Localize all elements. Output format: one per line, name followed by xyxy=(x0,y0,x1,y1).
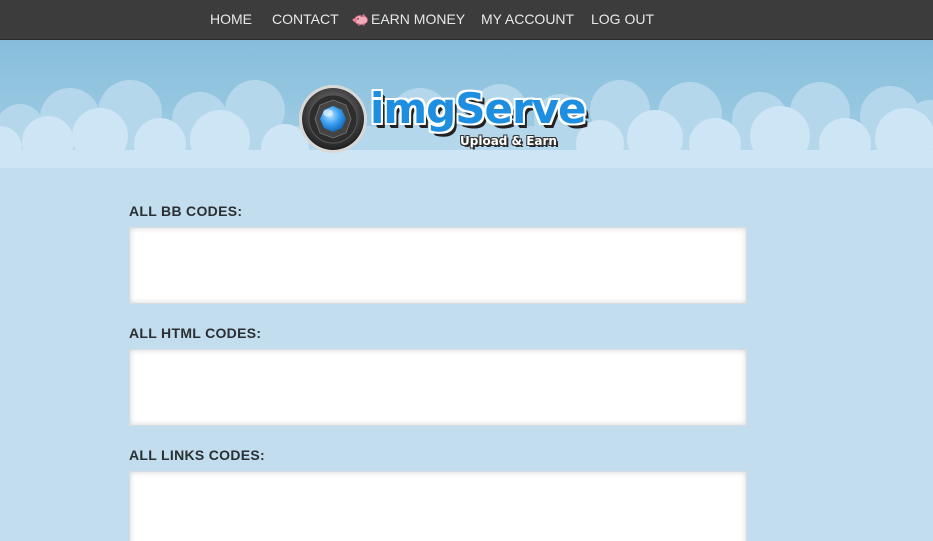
logo-tagline: Upload & Earn xyxy=(460,134,557,148)
links-codes-label: ALL LINKS CODES: xyxy=(129,447,265,463)
top-nav-bar: HOME CONTACT EARN MONEY MY ACCOUNT LOG O… xyxy=(0,0,933,40)
html-codes-label: ALL HTML CODES: xyxy=(129,325,262,341)
site-logo[interactable]: imgServe Upload & Earn xyxy=(298,84,587,158)
nav-log-out-link[interactable]: LOG OUT xyxy=(591,11,654,27)
html-codes-textarea[interactable] xyxy=(129,349,747,426)
camera-aperture-icon xyxy=(299,85,367,153)
nav-home-link[interactable]: HOME xyxy=(210,11,252,27)
links-codes-textarea[interactable] xyxy=(129,471,747,541)
nav-earn-money-link[interactable]: EARN MONEY xyxy=(352,11,465,29)
nav-contact-link[interactable]: CONTACT xyxy=(272,11,339,27)
bb-codes-textarea[interactable] xyxy=(129,227,747,304)
bb-codes-label: ALL BB CODES: xyxy=(129,203,243,219)
logo-wordmark: imgServe xyxy=(370,84,587,133)
nav-earn-money-label: EARN MONEY xyxy=(371,11,466,27)
piggy-bank-icon xyxy=(352,13,369,29)
nav-my-account-link[interactable]: MY ACCOUNT xyxy=(481,11,574,27)
